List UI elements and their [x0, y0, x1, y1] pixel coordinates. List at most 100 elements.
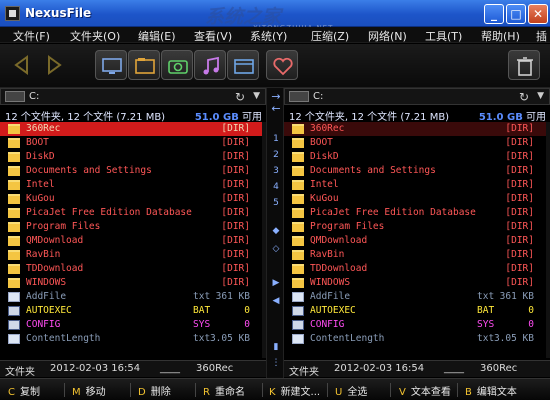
forward-arrow-icon[interactable] — [38, 50, 70, 80]
menu-plugin[interactable]: 插 — [536, 28, 547, 44]
file-row[interactable]: BOOT [DIR] — [0, 136, 266, 150]
file-row[interactable]: RavBin [DIR] — [0, 248, 266, 262]
file-name: ContentLength — [310, 333, 385, 344]
file-row[interactable]: DiskD [DIR] — [0, 150, 266, 164]
file-row[interactable]: AUTOEXEC BAT 0 — [0, 304, 266, 318]
file-row[interactable]: BOOT [DIR] — [284, 136, 550, 150]
file-row[interactable]: Intel [DIR] — [284, 178, 550, 192]
file-row[interactable]: Intel [DIR] — [0, 178, 266, 192]
trash-icon[interactable] — [508, 50, 540, 80]
play-right-icon[interactable]: ▶ — [267, 278, 285, 288]
file-row[interactable]: CONFIG SYS 0 — [0, 318, 266, 332]
monitor-icon[interactable] — [95, 50, 127, 80]
file-row[interactable]: PicaJet Free Edition Database [DIR] — [284, 206, 550, 220]
file-row[interactable]: DiskD [DIR] — [284, 150, 550, 164]
file-row[interactable]: WINDOWS [DIR] — [0, 276, 266, 290]
tab-5[interactable]: 5 — [267, 198, 285, 208]
close-button[interactable]: ✕ — [528, 4, 548, 24]
file-row[interactable]: QMDownload [DIR] — [284, 234, 550, 248]
file-row[interactable]: ContentLength txt 3.05 KB — [0, 332, 266, 346]
file-size: [DIR] — [221, 235, 250, 246]
file-row[interactable]: AddFile txt 361 KB — [0, 290, 266, 304]
diamond-outline-icon[interactable]: ◇ — [267, 244, 285, 254]
fkey-new-file[interactable]: K 新建文... — [269, 383, 320, 398]
refresh-icon[interactable]: ↻ — [235, 90, 245, 104]
file-name: BOOT — [26, 137, 49, 148]
right-summary-text: 12 个文件夹, 12 个文件 (7.21 MB) — [289, 112, 450, 123]
menu-help[interactable]: 帮助(H) — [481, 28, 520, 44]
tab-4[interactable]: 4 — [267, 182, 285, 192]
fkey-select-all[interactable]: U 全选 — [335, 383, 367, 398]
drive-icon[interactable] — [289, 91, 309, 102]
right-path-bar[interactable]: C: ↻ ▼ — [284, 88, 550, 105]
file-row[interactable]: CONFIG SYS 0 — [284, 318, 550, 332]
menu-view[interactable]: 查看(V) — [194, 28, 232, 44]
menu-folder[interactable]: 文件夹(O) — [70, 28, 120, 44]
heart-icon[interactable] — [266, 50, 298, 80]
file-row[interactable]: QMDownload [DIR] — [0, 234, 266, 248]
music-note-icon[interactable] — [194, 50, 226, 80]
menu-system[interactable]: 系统(Y) — [250, 28, 287, 44]
tab-2[interactable]: 2 — [267, 150, 285, 160]
file-name: CONFIG — [310, 319, 345, 330]
file-row[interactable]: ContentLength txt 3.05 KB — [284, 332, 550, 346]
file-name: QMDownload — [26, 235, 84, 246]
copy-left-arrow[interactable]: ← — [267, 102, 285, 115]
fkey-rename[interactable]: R 重命名 — [203, 383, 245, 398]
tab-1[interactable]: 1 — [267, 134, 285, 144]
file-row[interactable]: PicaJet Free Edition Database [DIR] — [0, 206, 266, 220]
file-row[interactable]: Documents and Settings [DIR] — [284, 164, 550, 178]
folder-window-icon[interactable] — [128, 50, 160, 80]
file-row[interactable]: Program Files [DIR] — [0, 220, 266, 234]
menu-file[interactable]: 文件(F) — [13, 28, 50, 44]
folder-icon — [292, 152, 304, 162]
file-name: AUTOEXEC — [26, 305, 72, 316]
camera-icon[interactable] — [161, 50, 193, 80]
file-row[interactable]: AUTOEXEC BAT 0 — [284, 304, 550, 318]
maximize-button[interactable]: □ — [506, 4, 526, 24]
menu-edit[interactable]: 编辑(E) — [138, 28, 176, 44]
file-row[interactable]: WINDOWS [DIR] — [284, 276, 550, 290]
file-row[interactable]: KuGou [DIR] — [0, 192, 266, 206]
file-row[interactable]: Documents and Settings [DIR] — [0, 164, 266, 178]
folder-icon — [8, 180, 20, 190]
file-row[interactable]: 360Rec [DIR] — [284, 122, 550, 136]
chevron-down-icon[interactable]: ▼ — [537, 91, 544, 101]
chevron-down-icon[interactable]: ▼ — [253, 91, 260, 101]
refresh-icon[interactable]: ↻ — [519, 90, 529, 104]
back-arrow-icon[interactable] — [6, 50, 38, 80]
folder-icon — [292, 278, 304, 288]
fkey-move[interactable]: M 移动 — [72, 383, 106, 398]
drive-icon[interactable] — [5, 91, 25, 102]
fkey-copy[interactable]: C 复制 — [8, 383, 40, 398]
right-scrollbar[interactable] — [546, 122, 550, 358]
file-size: [DIR] — [221, 179, 250, 190]
grip-icon[interactable]: ⋮ — [267, 358, 285, 368]
file-row[interactable]: RavBin [DIR] — [284, 248, 550, 262]
text-file-icon — [8, 334, 20, 344]
fkey-delete[interactable]: D 删除 — [138, 383, 171, 398]
diamond-filled-icon[interactable]: ◆ — [267, 226, 285, 236]
folder-icon — [292, 208, 304, 218]
file-row[interactable]: Program Files [DIR] — [284, 220, 550, 234]
file-row[interactable]: KuGou [DIR] — [284, 192, 550, 206]
file-row[interactable]: 360Rec [DIR] — [0, 122, 266, 136]
file-row[interactable]: TDDownload [DIR] — [284, 262, 550, 276]
menu-network[interactable]: 网络(N) — [368, 28, 407, 44]
play-left-icon[interactable]: ◀ — [267, 296, 285, 306]
file-row[interactable]: TDDownload [DIR] — [0, 262, 266, 276]
fkey-text-view[interactable]: V 文本查看 — [399, 383, 451, 398]
right-file-list[interactable]: 360Rec [DIR] BOOT [DIR] DiskD [DIR] Documents … — [284, 122, 550, 358]
fkey-edit-text[interactable]: B 编辑文本 — [465, 383, 517, 398]
film-icon[interactable] — [227, 50, 259, 80]
menu-tools[interactable]: 工具(T) — [425, 28, 462, 44]
left-file-list[interactable]: 360Rec [DIR] BOOT [DIR] DiskD [DIR] Documents … — [0, 122, 266, 358]
tab-3[interactable]: 3 — [267, 166, 285, 176]
file-name: TDDownload — [26, 263, 84, 274]
left-path-bar[interactable]: C: ↻ ▼ — [0, 88, 266, 105]
app-icon[interactable] — [5, 6, 20, 21]
file-size: [DIR] — [505, 137, 534, 148]
file-row[interactable]: AddFile txt 361 KB — [284, 290, 550, 304]
menu-compress[interactable]: 压缩(Z) — [311, 28, 349, 44]
minimize-button[interactable]: _ — [484, 4, 504, 24]
